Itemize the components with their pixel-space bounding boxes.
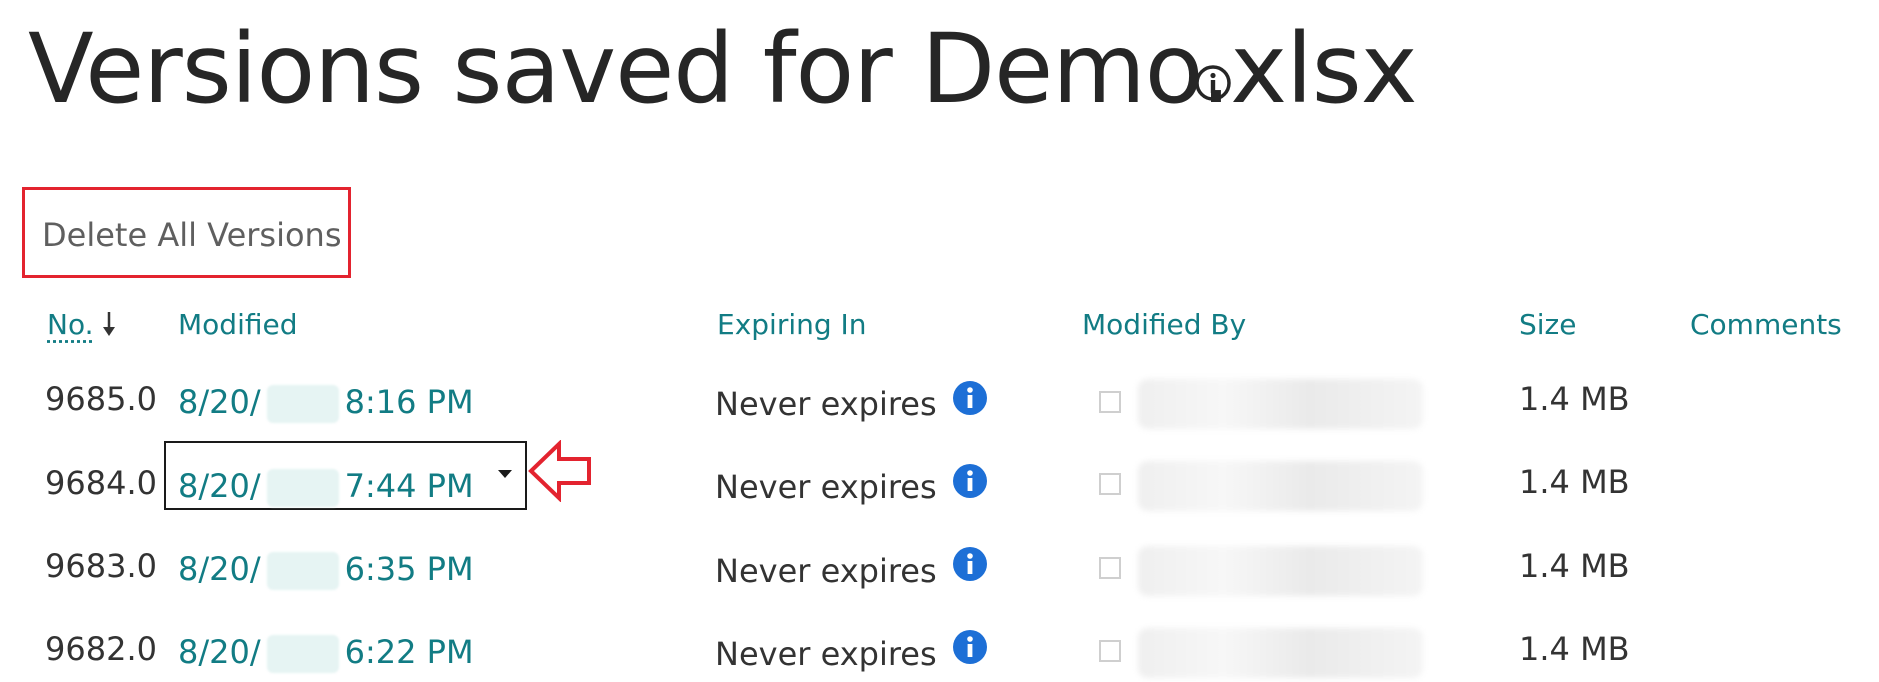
- version-number: 9685.0: [45, 380, 157, 418]
- version-date-link[interactable]: 8/20/7:44 PM: [178, 467, 474, 507]
- info-icon[interactable]: [951, 379, 989, 417]
- file-size: 1.4 MB: [1519, 463, 1630, 501]
- time-text: 6:22 PM: [344, 633, 474, 671]
- sort-descending-icon: [103, 312, 115, 336]
- expiring-in-text: Never expires: [715, 635, 937, 673]
- redacted-date: [266, 385, 339, 423]
- file-size: 1.4 MB: [1519, 380, 1630, 418]
- file-size: 1.4 MB: [1519, 547, 1630, 585]
- column-header-no[interactable]: No.: [47, 308, 93, 342]
- column-header-expiring-in[interactable]: Expiring In: [717, 308, 867, 342]
- time-text: 7:44 PM: [344, 467, 474, 505]
- redacted-user-name: [1138, 379, 1423, 429]
- redacted-user-name: [1138, 546, 1423, 596]
- info-icon[interactable]: [951, 462, 989, 500]
- user-presence-checkbox: [1099, 473, 1121, 495]
- column-header-comments[interactable]: Comments: [1690, 308, 1842, 342]
- version-number: 9683.0: [45, 547, 157, 585]
- redacted-date: [266, 469, 339, 507]
- user-presence-checkbox: [1099, 640, 1121, 662]
- info-icon[interactable]: [951, 628, 989, 666]
- column-header-modified-by[interactable]: Modified By: [1082, 308, 1246, 342]
- column-header-size[interactable]: Size: [1519, 308, 1576, 342]
- red-left-arrow-icon: [528, 440, 591, 502]
- version-date-link[interactable]: 8/20/8:16 PM: [178, 383, 474, 423]
- date-text: 8/20/: [178, 467, 261, 505]
- redacted-date: [266, 635, 339, 673]
- version-date-link[interactable]: 8/20/6:22 PM: [178, 633, 474, 673]
- info-icon[interactable]: [951, 545, 989, 583]
- column-header-modified[interactable]: Modified: [178, 308, 297, 342]
- date-text: 8/20/: [178, 550, 261, 588]
- user-presence-checkbox: [1099, 557, 1121, 579]
- version-date-link[interactable]: 8/20/6:35 PM: [178, 550, 474, 590]
- redacted-user-name: [1138, 628, 1423, 678]
- redacted-user-name: [1138, 461, 1423, 511]
- expiring-in-text: Never expires: [715, 385, 937, 423]
- dropdown-arrow-icon[interactable]: [497, 469, 513, 479]
- info-circle-icon[interactable]: [1193, 63, 1233, 103]
- user-presence-checkbox: [1099, 391, 1121, 413]
- version-number: 9684.0: [45, 464, 157, 502]
- expiring-in-text: Never expires: [715, 468, 937, 506]
- expiring-in-text: Never expires: [715, 552, 937, 590]
- time-text: 8:16 PM: [344, 383, 474, 421]
- file-size: 1.4 MB: [1519, 630, 1630, 668]
- date-text: 8/20/: [178, 383, 261, 421]
- delete-all-versions-button[interactable]: Delete All Versions: [42, 216, 342, 254]
- time-text: 6:35 PM: [344, 550, 474, 588]
- version-number: 9682.0: [45, 630, 157, 668]
- date-text: 8/20/: [178, 633, 261, 671]
- redacted-date: [266, 552, 339, 590]
